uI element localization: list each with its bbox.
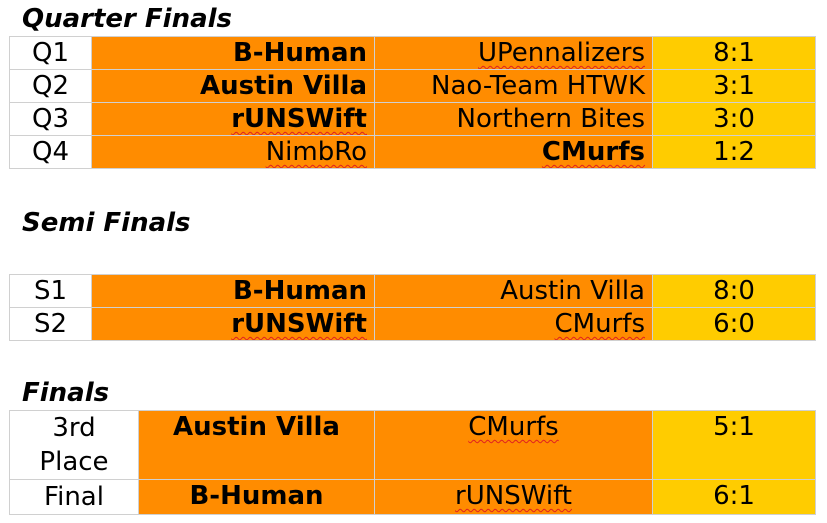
match-code: Q4 xyxy=(9,135,92,169)
team-two: Northern Bites xyxy=(374,102,653,136)
finals-table: 3rd Place Austin Villa CMurfs 5:1 Final … xyxy=(9,410,816,515)
team-one: Austin Villa xyxy=(138,410,375,480)
team-two-name: Nao-Team HTWK xyxy=(431,71,645,101)
team-two-name: rUNSWift xyxy=(455,481,572,511)
match-row-q3: Q3 rUNSWift Northern Bites 3:0 xyxy=(9,102,816,136)
team-two-name: Austin Villa xyxy=(500,276,645,306)
match-row-q1: Q1 B-Human UPennalizers 8:1 xyxy=(9,36,816,70)
team-two-name: UPennalizers xyxy=(478,38,645,68)
match-score: 8:1 xyxy=(652,36,816,70)
match-row-final: Final B-Human rUNSWift 6:1 xyxy=(9,479,816,515)
team-one-name: rUNSWift xyxy=(231,104,367,134)
match-score: 5:1 xyxy=(652,410,816,480)
team-two: CMurfs xyxy=(374,410,653,480)
team-one-name: rUNSWift xyxy=(231,309,367,339)
team-one: B-Human xyxy=(91,36,375,70)
match-row-s1: S1 B-Human Austin Villa 8:0 xyxy=(9,274,816,308)
match-code: Q1 xyxy=(9,36,92,70)
team-one-name: Austin Villa xyxy=(200,71,367,101)
team-one: B-Human xyxy=(138,479,375,515)
team-one-name: B-Human xyxy=(232,276,367,306)
team-one-name: B-Human xyxy=(232,38,367,68)
match-code: Q2 xyxy=(9,69,92,103)
team-two: UPennalizers xyxy=(374,36,653,70)
team-two: rUNSWift xyxy=(374,479,653,515)
finals-heading: Finals xyxy=(22,378,110,408)
match-score: 1:2 xyxy=(652,135,816,169)
semi-finals-table: S1 B-Human Austin Villa 8:0 S2 rUNSWift … xyxy=(9,274,816,341)
match-code: Final xyxy=(9,479,139,515)
match-row-q4: Q4 NimbRo CMurfs 1:2 xyxy=(9,135,816,169)
semi-finals-heading: Semi Finals xyxy=(22,208,191,238)
match-score: 8:0 xyxy=(652,274,816,308)
team-one: NimbRo xyxy=(91,135,375,169)
team-two-name: Northern Bites xyxy=(456,104,646,134)
team-one: B-Human xyxy=(91,274,375,308)
team-two-name: CMurfs xyxy=(468,412,559,442)
match-score: 3:0 xyxy=(652,102,816,136)
team-two-name: CMurfs xyxy=(554,309,645,339)
match-score: 3:1 xyxy=(652,69,816,103)
team-one: rUNSWift xyxy=(91,102,375,136)
quarter-finals-table: Q1 B-Human UPennalizers 8:1 Q2 Austin Vi… xyxy=(9,36,816,169)
match-code: 3rd Place xyxy=(9,410,139,480)
team-one: rUNSWift xyxy=(91,307,375,341)
team-one-name: NimbRo xyxy=(265,137,367,167)
team-two: CMurfs xyxy=(374,135,653,169)
team-two: Austin Villa xyxy=(374,274,653,308)
team-one: Austin Villa xyxy=(91,69,375,103)
match-code: S1 xyxy=(9,274,92,308)
team-two-name: CMurfs xyxy=(541,137,645,167)
match-row-s2: S2 rUNSWift CMurfs 6:0 xyxy=(9,307,816,341)
match-score: 6:0 xyxy=(652,307,816,341)
match-row-third-place: 3rd Place Austin Villa CMurfs 5:1 xyxy=(9,410,816,480)
team-two: Nao-Team HTWK xyxy=(374,69,653,103)
match-row-q2: Q2 Austin Villa Nao-Team HTWK 3:1 xyxy=(9,69,816,103)
match-code: Q3 xyxy=(9,102,92,136)
match-score: 6:1 xyxy=(652,479,816,515)
team-one-name: B-Human xyxy=(189,481,324,511)
team-two: CMurfs xyxy=(374,307,653,341)
quarter-finals-heading: Quarter Finals xyxy=(22,4,233,34)
team-one-name: Austin Villa xyxy=(173,412,340,442)
match-code: S2 xyxy=(9,307,92,341)
